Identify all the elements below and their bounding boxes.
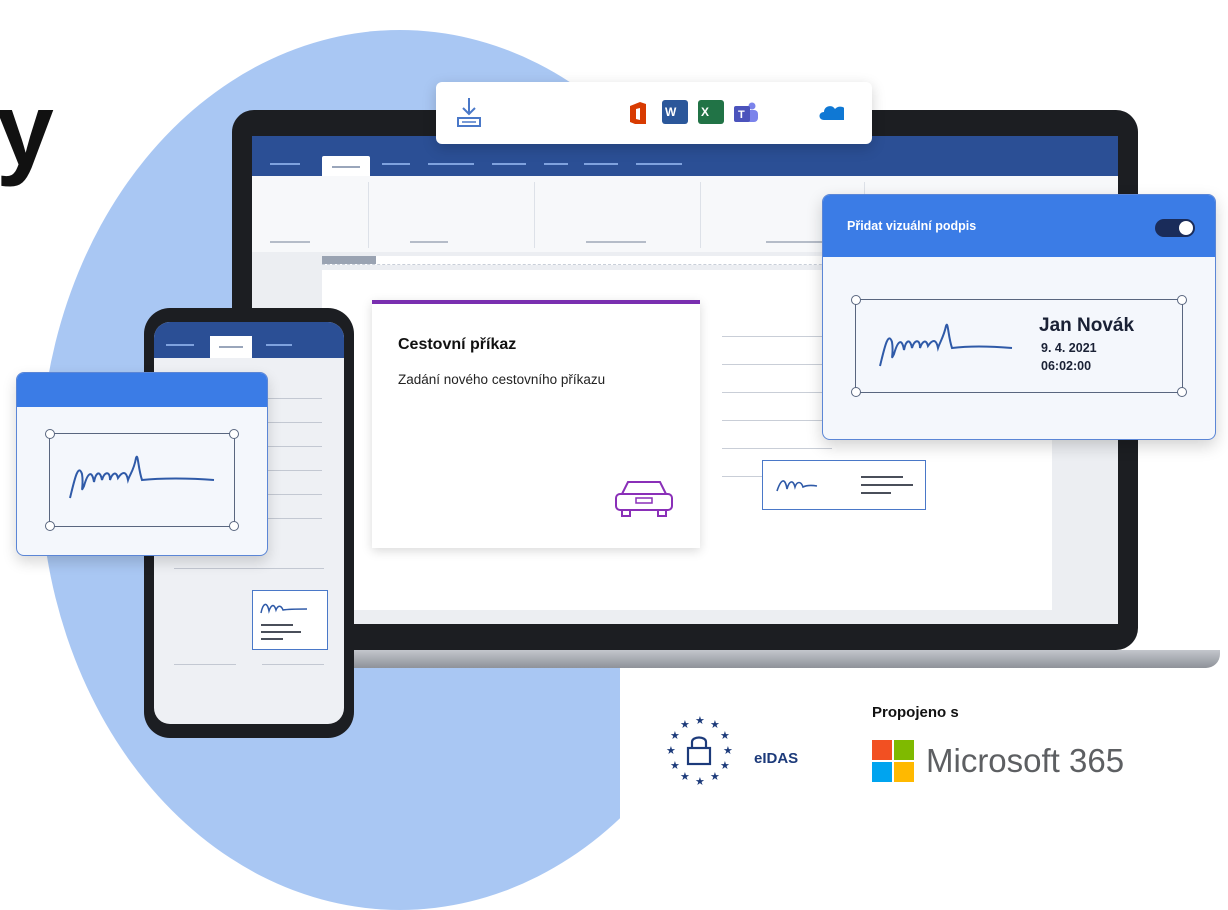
mobile-signature-card (16, 372, 268, 556)
ribbon-tab-active[interactable] (322, 156, 370, 178)
document-signature-field[interactable] (762, 460, 926, 510)
office-icon[interactable] (626, 100, 652, 124)
phone-signature-field[interactable] (252, 590, 328, 650)
teams-icon[interactable]: T (732, 100, 758, 124)
microsoft-logo-icon (872, 740, 914, 782)
word-icon[interactable]: W (662, 100, 688, 124)
document-card[interactable]: Cestovní příkaz Zadání nového cestovního… (372, 300, 700, 548)
visual-signature-toggle[interactable] (1155, 219, 1195, 237)
signature-date: 9. 4. 2021 (1041, 341, 1097, 355)
onedrive-icon[interactable] (818, 100, 844, 124)
svg-text:★: ★ (720, 759, 730, 772)
ribbon-group-label (586, 241, 646, 243)
car-icon (615, 481, 673, 517)
signature-icon (260, 603, 308, 640)
visual-signature-panel: Přidat vizuální podpis Jan Novák 9. 4. 2… (822, 194, 1216, 440)
svg-text:★: ★ (680, 718, 690, 731)
connected-label: Propojeno s (872, 704, 959, 721)
eidas-lock-icon: ★ ★★ ★★★ ★★★ ★★★ (666, 714, 733, 788)
svg-text:★: ★ (723, 744, 733, 757)
signature-icon (879, 323, 1013, 367)
svg-text:★: ★ (695, 775, 705, 788)
signature-time: 06:02:00 (1041, 359, 1092, 373)
ribbon-tab[interactable] (584, 163, 618, 165)
signature-frame[interactable] (851, 295, 1187, 397)
svg-text:T: T (738, 109, 745, 121)
excel-icon[interactable]: X (698, 100, 724, 124)
signer-name: Jan Novák (1039, 315, 1135, 336)
phone-ribbon-tab[interactable] (166, 344, 194, 346)
excel-icon-letter: X (701, 105, 710, 119)
ribbon-group-label (270, 241, 310, 243)
svg-text:★: ★ (680, 770, 690, 783)
svg-text:★: ★ (720, 729, 730, 742)
ribbon-group-label (410, 241, 448, 243)
headline-fragment: y (0, 72, 54, 188)
phone-ribbon-tab-active[interactable] (210, 336, 252, 358)
svg-text:★: ★ (666, 744, 676, 757)
ribbon-tab[interactable] (382, 163, 410, 165)
resize-handle[interactable] (851, 295, 861, 305)
document-title: Cestovní příkaz (398, 336, 517, 353)
ribbon-tab[interactable] (270, 163, 300, 165)
ruler-margin (322, 256, 376, 264)
svg-text:★: ★ (695, 714, 705, 727)
resize-handle[interactable] (851, 387, 861, 397)
download-icon[interactable] (454, 96, 484, 128)
svg-text:★: ★ (710, 718, 720, 731)
mobile-signature-card-header (17, 373, 267, 407)
app-toolbar: W X T (436, 82, 872, 144)
resize-handle[interactable] (1177, 387, 1187, 397)
laptop-base (214, 650, 1220, 668)
svg-text:★: ★ (710, 770, 720, 783)
phone-ribbon-tab[interactable] (266, 344, 292, 346)
resize-handle[interactable] (45, 429, 55, 439)
signature-icon (69, 455, 215, 499)
ribbon-tab[interactable] (544, 163, 568, 165)
svg-text:★: ★ (670, 729, 680, 742)
ribbon-tab[interactable] (636, 163, 682, 165)
eidas-label: eIDAS (754, 750, 799, 767)
svg-text:★: ★ (670, 759, 680, 772)
resize-handle[interactable] (1177, 295, 1187, 305)
footer-badges: ★ ★ ★ ★ ★ ★ ★ ★ ★ ★ ★ ★ eIDAS Propojeno s Micros… (620, 668, 1228, 833)
ribbon-tab[interactable] (428, 163, 474, 165)
resize-handle[interactable] (45, 521, 55, 531)
word-icon-letter: W (665, 105, 677, 119)
microsoft-365-label: Microsoft 365 (926, 742, 1125, 779)
ribbon-tab[interactable] (492, 163, 526, 165)
document-subtitle: Zadání nového cestovního příkazu (398, 372, 606, 387)
resize-handle[interactable] (229, 429, 239, 439)
document-ruler (322, 256, 882, 265)
signature-panel-title: Přidat vizuální podpis (847, 219, 977, 233)
resize-handle[interactable] (229, 521, 239, 531)
toggle-knob (1179, 221, 1193, 235)
signature-frame[interactable] (45, 429, 239, 531)
signature-icon (776, 476, 913, 494)
ribbon-group-label (766, 241, 822, 243)
